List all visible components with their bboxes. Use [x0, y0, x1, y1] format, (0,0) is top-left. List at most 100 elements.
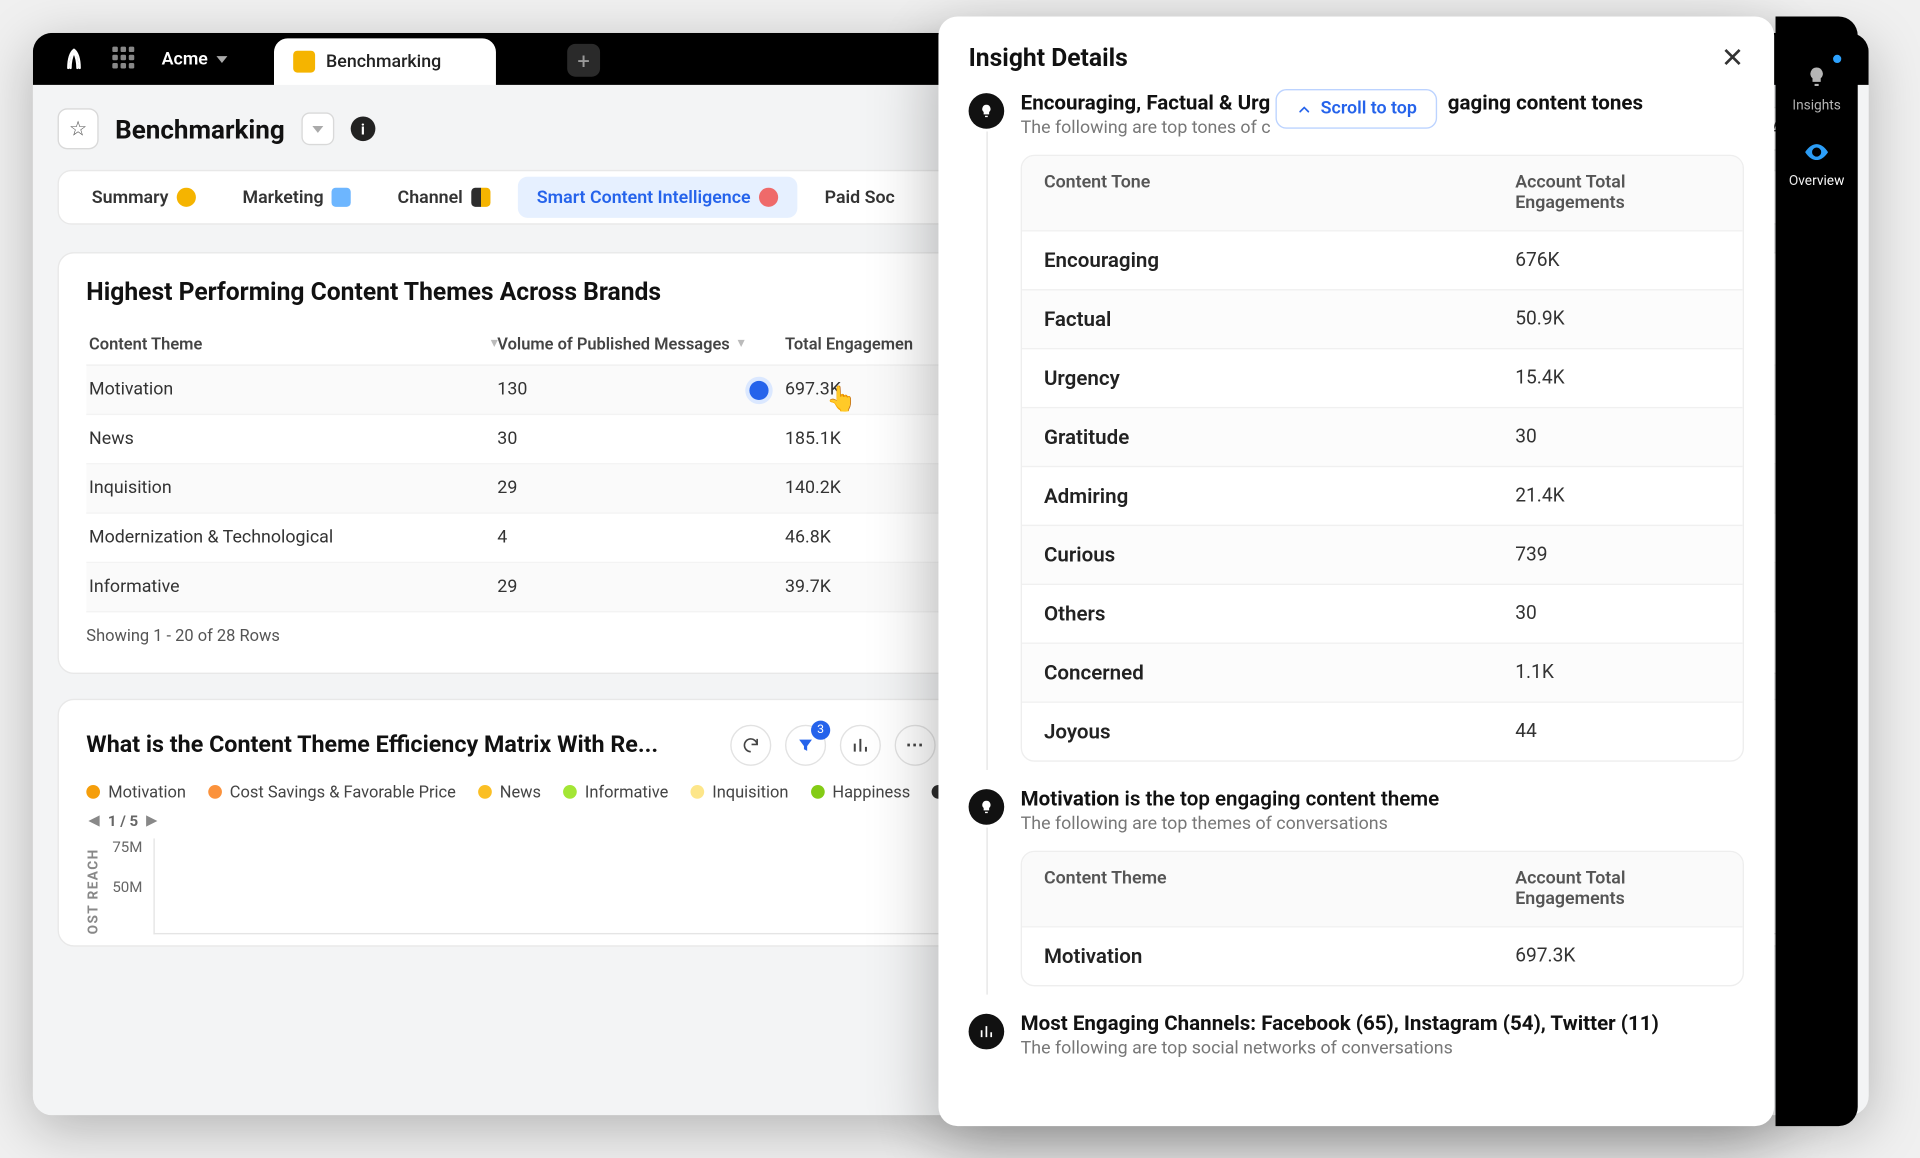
info-icon[interactable]: i: [351, 116, 376, 141]
column-header-engagements: Account Total Engagements: [1515, 869, 1721, 910]
chevron-up-icon: [1296, 101, 1312, 117]
y-axis-label: OST REACH: [86, 838, 101, 934]
table-row[interactable]: Curious739: [1022, 525, 1743, 584]
notification-dot-icon: [1833, 55, 1841, 63]
table-row[interactable]: Motivation697.3K: [1022, 926, 1743, 985]
insight-title: Motivation is the top engaging content t…: [1021, 786, 1744, 811]
subtab-label: Channel: [398, 187, 463, 208]
column-header-engagements: Account Total Engagements: [1515, 173, 1721, 214]
legend-item[interactable]: Informative: [563, 782, 668, 801]
subtab-marketing[interactable]: Marketing: [223, 177, 370, 218]
rail-label: Insights: [1792, 99, 1840, 114]
app-logo: [58, 42, 91, 75]
legend-dot-icon: [563, 785, 577, 799]
bulb-icon: [1800, 60, 1833, 93]
page-title: Benchmarking: [115, 113, 285, 145]
cell-theme: Modernization & Technological: [86, 527, 497, 548]
channel-icon: [471, 188, 490, 207]
cell-volume: 30: [497, 429, 785, 450]
subtab-smart-content[interactable]: Smart Content Intelligence: [518, 177, 798, 218]
legend-dot-icon: [810, 785, 824, 799]
column-header-volume[interactable]: Volume of Published Messages ▾: [497, 334, 785, 353]
panel-title: Insight Details: [969, 43, 1128, 72]
legend-dot-icon: [690, 785, 704, 799]
timeline-rail: [986, 827, 987, 994]
table-row[interactable]: Concerned1.1K: [1022, 643, 1743, 702]
legend-item[interactable]: Happiness: [810, 782, 910, 801]
table-row[interactable]: Joyous44: [1022, 701, 1743, 760]
subtab-paid-social[interactable]: Paid Soc: [805, 177, 914, 218]
legend-item[interactable]: Motivation: [86, 782, 186, 801]
y-axis-ticks: 75M 50M: [112, 838, 142, 934]
subtab-label: Summary: [92, 187, 169, 208]
insight-bulb-icon[interactable]: [749, 380, 768, 399]
cursor-pointer-icon: 👆: [826, 385, 857, 414]
tab-icon: [293, 51, 315, 73]
cell-theme: Inquisition: [86, 478, 497, 499]
triangle-right-icon: ▶: [146, 814, 157, 829]
close-button[interactable]: ✕: [1721, 41, 1744, 74]
chart-type-button[interactable]: [840, 725, 881, 766]
chevron-down-icon: [312, 125, 323, 132]
medal-icon: [177, 188, 196, 207]
refresh-button[interactable]: [730, 725, 771, 766]
insight-subtitle: The following are top themes of conversa…: [1021, 814, 1744, 835]
triangle-left-icon: ◀: [89, 814, 100, 829]
workspace-name: Acme: [162, 49, 208, 70]
chevron-down-icon: [216, 55, 227, 62]
cell-theme: Informative: [86, 577, 497, 598]
table-header: Content Tone Account Total Engagements: [1022, 156, 1743, 230]
legend-item[interactable]: Inquisition: [690, 782, 788, 801]
subtab-summary[interactable]: Summary: [73, 177, 216, 218]
workspace-switcher[interactable]: Acme: [151, 49, 238, 70]
subtab-label: Smart Content Intelligence: [537, 187, 751, 208]
column-header-tone: Content Tone: [1044, 173, 1515, 214]
table-row[interactable]: Urgency15.4K: [1022, 348, 1743, 407]
bulb-bullet-icon: [969, 93, 1005, 129]
table-row[interactable]: Admiring21.4K: [1022, 466, 1743, 525]
cell-theme: News: [86, 429, 497, 450]
panel-header: Insight Details ✕: [969, 41, 1744, 74]
legend-dot-icon: [208, 785, 222, 799]
table-row[interactable]: Others30: [1022, 584, 1743, 643]
rail-item-insights[interactable]: Insights: [1776, 49, 1858, 124]
cell-volume: 29: [497, 577, 785, 598]
apps-grid-icon[interactable]: [112, 47, 137, 72]
column-header-theme[interactable]: Content Theme ▾: [86, 334, 497, 353]
legend-item[interactable]: Cost Savings & Favorable Price: [208, 782, 456, 801]
tab-benchmarking[interactable]: Benchmarking: [274, 38, 496, 85]
rail-item-overview[interactable]: Overview: [1776, 125, 1858, 200]
insight-group-channels: Most Engaging Channels: Facebook (65), I…: [969, 1011, 1744, 1059]
add-tab-button[interactable]: +: [567, 44, 600, 77]
filter-button[interactable]: 3: [785, 725, 826, 766]
scroll-to-top-button[interactable]: Scroll to top: [1275, 89, 1437, 129]
shirt-icon: [332, 188, 351, 207]
filter-icon: [796, 736, 815, 755]
insight-subtitle: The following are top social networks of…: [1021, 1038, 1744, 1059]
page-indicator-label: 1 / 5: [108, 812, 138, 830]
insight-group-tones: Scroll to top Encouraging, Factual & Urg…: [969, 90, 1744, 761]
legend-item[interactable]: News: [478, 782, 541, 801]
cell-volume: 29: [497, 478, 785, 499]
eye-icon: [1800, 136, 1833, 169]
cell-volume: 130: [497, 379, 785, 400]
chart-bullet-icon: [969, 1014, 1005, 1050]
sort-icon: ▾: [738, 337, 744, 351]
favorite-button[interactable]: ☆: [58, 108, 99, 149]
tones-table: Content Tone Account Total Engagements E…: [1021, 155, 1744, 762]
subtab-channel[interactable]: Channel: [378, 177, 509, 218]
table-row[interactable]: Gratitude30: [1022, 407, 1743, 466]
more-options-button[interactable]: ⋯: [895, 725, 936, 766]
filter-count-badge: 3: [811, 721, 830, 740]
chart-title: What is the Content Theme Efficiency Mat…: [86, 732, 716, 759]
rail-label: Overview: [1789, 174, 1845, 189]
insight-title: Most Engaging Channels: Facebook (65), I…: [1021, 1011, 1744, 1036]
title-dropdown-button[interactable]: [301, 112, 334, 145]
table-row[interactable]: Encouraging676K: [1022, 230, 1743, 289]
bulb-bullet-icon: [969, 789, 1005, 825]
legend-dot-icon: [86, 785, 100, 799]
subtab-label: Marketing: [243, 187, 324, 208]
table-row[interactable]: Factual50.9K: [1022, 289, 1743, 348]
timeline-rail: [986, 132, 987, 770]
legend-dot-icon: [478, 785, 492, 799]
